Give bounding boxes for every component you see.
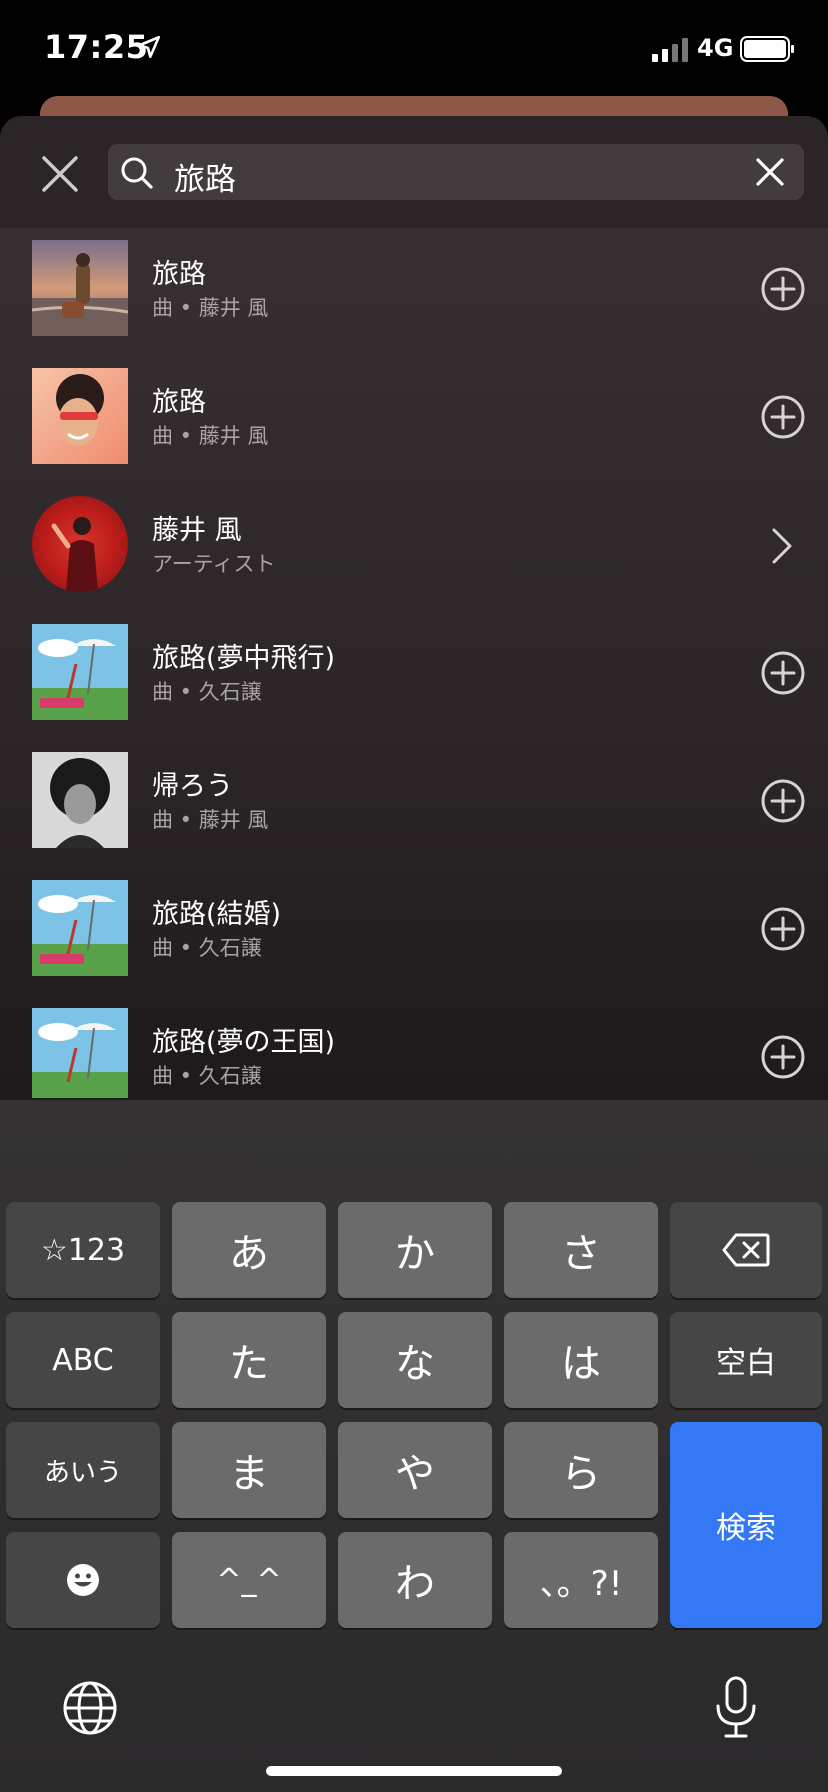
result-subtitle: 曲 • 久石譲 bbox=[152, 1064, 262, 1088]
location-arrow-icon bbox=[137, 35, 161, 59]
status-time: 17:25 bbox=[44, 28, 149, 66]
search-input[interactable]: 旅路 bbox=[108, 144, 804, 200]
result-row[interactable]: 旅路(結婚) 曲 • 久石譲 bbox=[0, 868, 828, 996]
cellular-signal-icon bbox=[652, 38, 688, 62]
globe-icon[interactable] bbox=[62, 1680, 118, 1736]
result-row[interactable]: 旅路 曲 • 藤井 風 bbox=[0, 228, 828, 356]
artist-avatar bbox=[32, 496, 128, 592]
close-icon[interactable] bbox=[36, 150, 84, 198]
result-title: 旅路 bbox=[152, 259, 206, 290]
microphone-icon[interactable] bbox=[714, 1676, 758, 1740]
result-subtitle: 曲 • 久石譲 bbox=[152, 936, 262, 960]
song-artwork bbox=[32, 880, 128, 976]
result-subtitle: 曲 • 藤井 風 bbox=[152, 424, 269, 448]
add-circle-icon[interactable] bbox=[760, 1034, 806, 1080]
search-query: 旅路 bbox=[174, 162, 236, 198]
add-circle-icon[interactable] bbox=[760, 266, 806, 312]
key-ra[interactable]: ら bbox=[504, 1422, 658, 1518]
result-subtitle: 曲 • 藤井 風 bbox=[152, 808, 269, 832]
clear-search-icon[interactable] bbox=[754, 156, 786, 188]
backspace-icon bbox=[722, 1233, 770, 1267]
key-sa[interactable]: さ bbox=[504, 1202, 658, 1298]
song-artwork bbox=[32, 1008, 128, 1098]
search-results-list: 旅路 曲 • 藤井 風 旅路 曲 • 藤井 風 藤井 風 アーティスト 旅路(夢… bbox=[0, 228, 828, 1098]
result-row[interactable]: 旅路(夢中飛行) 曲 • 久石譲 bbox=[0, 612, 828, 740]
song-artwork bbox=[32, 752, 128, 848]
song-artwork bbox=[32, 624, 128, 720]
key-punctuation[interactable]: 、。?! bbox=[504, 1532, 658, 1628]
network-type: 4G bbox=[697, 34, 734, 62]
key-ha[interactable]: は bbox=[504, 1312, 658, 1408]
japanese-kana-keyboard: ☆123 あ か さ ABC た な は 空白 あいう ま や ら 検索 ^_^… bbox=[0, 1100, 828, 1792]
space-key[interactable]: 空白 bbox=[670, 1312, 822, 1408]
add-circle-icon[interactable] bbox=[760, 394, 806, 440]
key-ma[interactable]: ま bbox=[172, 1422, 326, 1518]
result-subtitle: 曲 • 藤井 風 bbox=[152, 296, 269, 320]
result-row[interactable]: 旅路 曲 • 藤井 風 bbox=[0, 356, 828, 484]
search-icon bbox=[121, 157, 153, 189]
result-title: 藤井 風 bbox=[152, 515, 242, 546]
battery-icon bbox=[740, 36, 794, 62]
song-artwork bbox=[32, 240, 128, 336]
key-a[interactable]: あ bbox=[172, 1202, 326, 1298]
key-ta[interactable]: た bbox=[172, 1312, 326, 1408]
result-row[interactable]: 旅路(夢の王国) 曲 • 久石譲 bbox=[0, 996, 828, 1098]
add-circle-icon[interactable] bbox=[760, 906, 806, 952]
key-kaomoji[interactable]: ^_^ bbox=[172, 1532, 326, 1628]
result-title: 帰ろう bbox=[152, 771, 233, 802]
emoji-icon bbox=[67, 1564, 99, 1596]
key-numbers[interactable]: ☆123 bbox=[6, 1202, 160, 1298]
key-ya[interactable]: や bbox=[338, 1422, 492, 1518]
key-hiragana[interactable]: あいう bbox=[6, 1422, 160, 1518]
search-header: 旅路 bbox=[0, 116, 828, 228]
chevron-right-icon[interactable] bbox=[770, 526, 794, 566]
song-artwork bbox=[32, 368, 128, 464]
result-row-artist[interactable]: 藤井 風 アーティスト bbox=[0, 484, 828, 612]
key-ka[interactable]: か bbox=[338, 1202, 492, 1298]
result-subtitle: 曲 • 久石譲 bbox=[152, 680, 262, 704]
status-bar: 17:25 4G bbox=[0, 0, 828, 100]
result-title: 旅路 bbox=[152, 387, 206, 418]
key-na[interactable]: な bbox=[338, 1312, 492, 1408]
result-title: 旅路(夢中飛行) bbox=[152, 643, 336, 674]
result-title: 旅路(結婚) bbox=[152, 899, 282, 930]
add-circle-icon[interactable] bbox=[760, 650, 806, 696]
search-key[interactable]: 検索 bbox=[670, 1422, 822, 1628]
result-row[interactable]: 帰ろう 曲 • 藤井 風 bbox=[0, 740, 828, 868]
result-subtitle: アーティスト bbox=[152, 552, 276, 576]
emoji-key[interactable] bbox=[6, 1532, 160, 1628]
delete-key[interactable] bbox=[670, 1202, 822, 1298]
key-wa[interactable]: わ bbox=[338, 1532, 492, 1628]
home-indicator[interactable] bbox=[266, 1766, 562, 1776]
key-abc[interactable]: ABC bbox=[6, 1312, 160, 1408]
result-title: 旅路(夢の王国) bbox=[152, 1027, 336, 1058]
add-circle-icon[interactable] bbox=[760, 778, 806, 824]
